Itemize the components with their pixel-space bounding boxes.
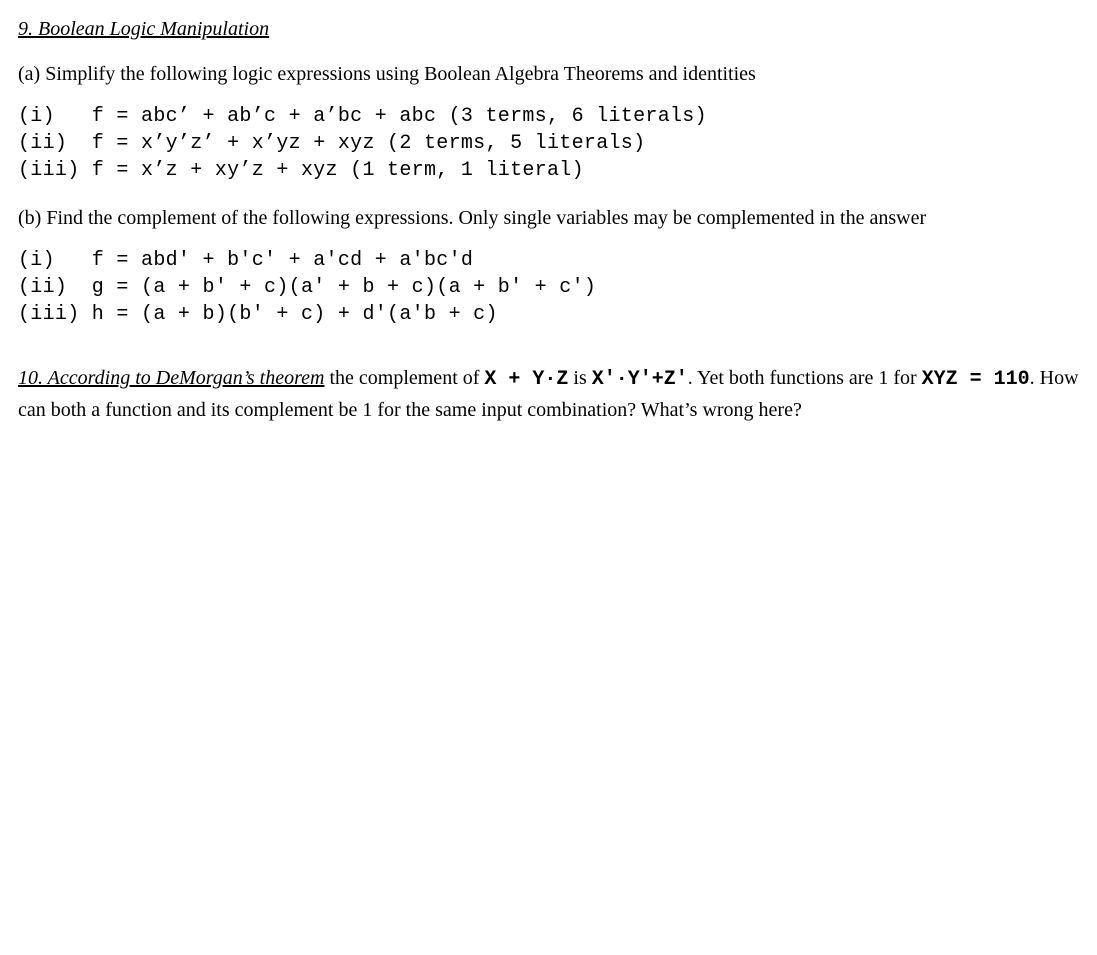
- q9-part-a-items: (i) f = abc’ + ab’c + a’bc + abc (3 term…: [18, 103, 1079, 184]
- question-9-title: 9. Boolean Logic Manipulation: [18, 15, 1079, 44]
- q10-seg1: the complement of: [324, 367, 484, 389]
- q10-expr1: X + Y·Z: [484, 368, 568, 391]
- q10-expr3: XYZ = 110: [922, 368, 1030, 391]
- q9-part-a-prompt: (a) Simplify the following logic express…: [18, 60, 1079, 89]
- q10-expr2: X'·Y'+Z': [592, 368, 688, 391]
- q10-seg2: is: [568, 367, 591, 389]
- question-10: 10. According to DeMorgan’s theorem the …: [18, 363, 1079, 425]
- q10-seg3: . Yet both functions are 1 for: [688, 367, 922, 389]
- q9-part-b-prompt: (b) Find the complement of the following…: [18, 204, 1079, 233]
- q10-title: 10. According to DeMorgan’s theorem: [18, 367, 324, 389]
- q9-part-b-items: (i) f = abd' + b'c' + a'cd + a'bc'd (ii)…: [18, 247, 1079, 328]
